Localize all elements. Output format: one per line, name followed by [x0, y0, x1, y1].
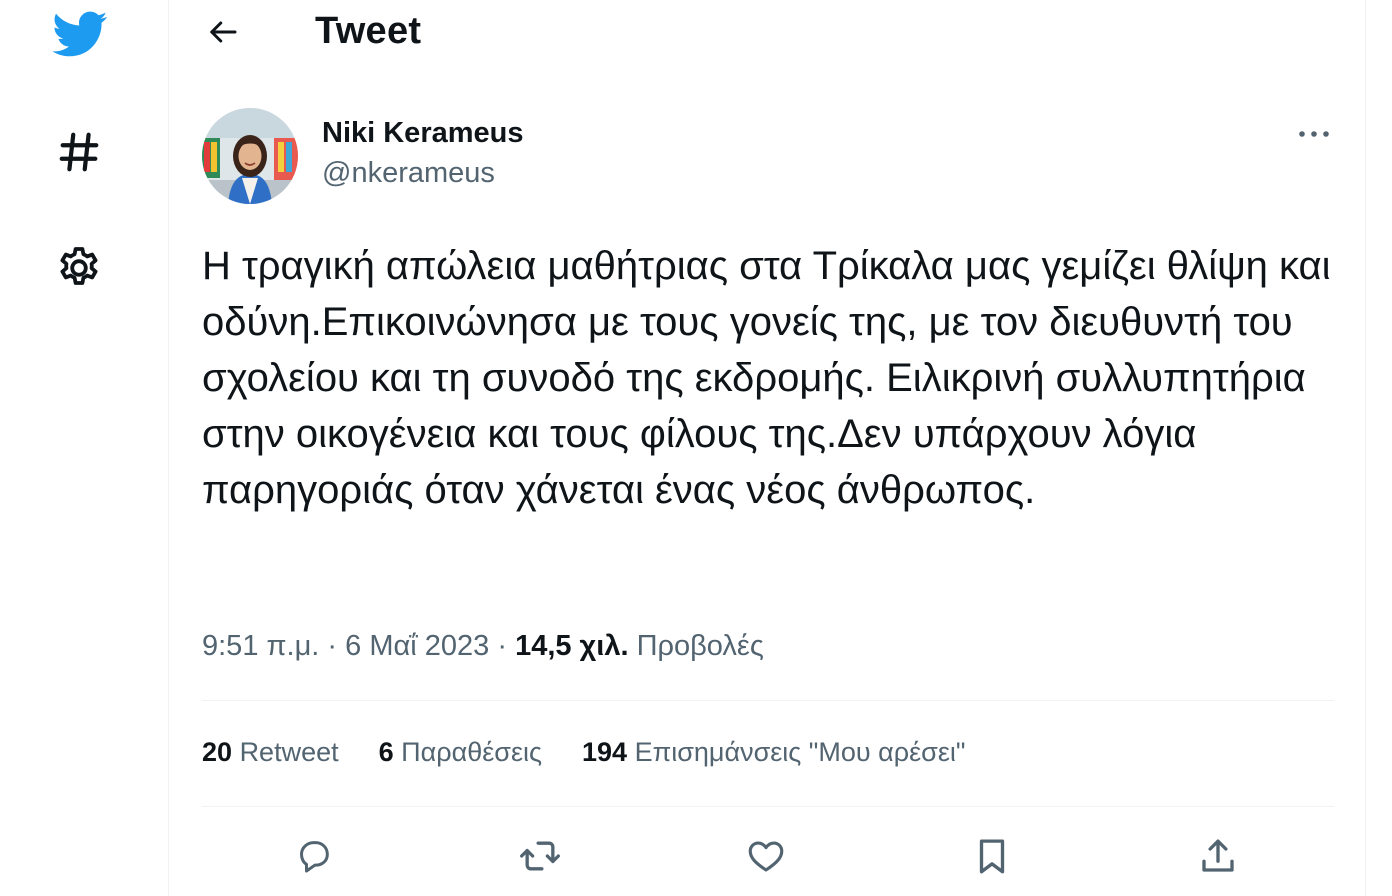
twitter-home-link[interactable] — [47, 2, 111, 66]
sidebar-nav — [0, 0, 168, 896]
quotes-label: Παραθέσεις — [401, 737, 543, 767]
divider — [202, 806, 1334, 807]
tweet-time[interactable]: 9:51 π.μ. — [202, 630, 319, 662]
tweet-stats: 20 Retweet 6 Παραθέσεις 194 Επισημάνσεις… — [202, 737, 1005, 773]
sidebar-item-settings[interactable] — [47, 236, 111, 300]
tweet-meta: 9:51 π.μ. · 6 Μαΐ 2023 · 14,5 χιλ. Προβο… — [202, 630, 764, 663]
views-count[interactable]: 14,5 χιλ. — [515, 630, 628, 662]
quotes-count: 6 — [378, 737, 394, 767]
bookmark-icon — [979, 839, 1005, 874]
retweets-count: 20 — [202, 737, 233, 767]
profile-photo-icon — [202, 108, 298, 204]
author-name[interactable]: Niki Kerameus — [322, 117, 524, 150]
likes-count: 194 — [582, 737, 628, 767]
more-options-button[interactable] — [1293, 118, 1335, 150]
page-title: Tweet — [315, 10, 422, 52]
tweet-actions — [202, 826, 1334, 886]
page-header: Tweet — [169, 0, 1365, 64]
reply-button[interactable] — [284, 826, 344, 886]
share-icon — [1202, 839, 1234, 872]
retweet-icon — [520, 841, 560, 871]
likes-stat[interactable]: 194 Επισημάνσεις "Μου αρέσει" — [582, 737, 965, 773]
twitter-bird-icon — [52, 11, 108, 57]
tweet-date[interactable]: 6 Μαΐ 2023 — [345, 630, 489, 662]
gear-icon — [60, 247, 98, 285]
more-dots-icon — [1299, 131, 1329, 137]
like-button[interactable] — [736, 826, 796, 886]
tweet-text: Η τραγική απώλεια μαθήτριας στα Τρίκαλα … — [202, 244, 1331, 512]
quotes-stat[interactable]: 6 Παραθέσεις — [379, 737, 542, 773]
hashtag-icon — [59, 132, 99, 172]
likes-label: Επισημάνσεις "Μου αρέσει" — [634, 737, 966, 767]
arrow-left-icon — [210, 21, 237, 43]
views-label[interactable]: Προβολές — [637, 630, 764, 662]
retweets-stat[interactable]: 20 Retweet — [202, 737, 339, 773]
avatar[interactable] — [202, 108, 298, 204]
sidebar-item-explore[interactable] — [47, 120, 111, 184]
meta-separator: · — [497, 630, 507, 662]
reply-icon — [300, 841, 329, 873]
divider — [202, 700, 1334, 701]
back-button[interactable] — [199, 10, 247, 54]
bookmark-button[interactable] — [962, 826, 1022, 886]
retweets-label: Retweet — [239, 737, 339, 767]
like-heart-icon — [748, 841, 784, 872]
meta-separator: · — [327, 630, 338, 662]
author-handle[interactable]: @nkerameus — [322, 157, 495, 190]
retweet-button[interactable] — [510, 826, 570, 886]
main-column: Tweet Niki Kerameus @nkerameus Η τραγική… — [168, 0, 1366, 896]
share-button[interactable] — [1188, 826, 1248, 886]
